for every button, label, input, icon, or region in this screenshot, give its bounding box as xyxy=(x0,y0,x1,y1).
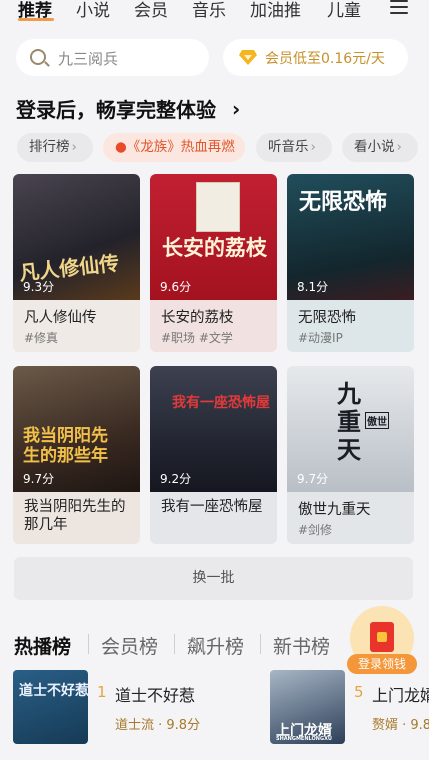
tab-new-rank[interactable]: 新书榜 xyxy=(273,632,330,659)
book-score: 9.7分 xyxy=(297,472,329,486)
chip-dragon-raja[interactable]: ●《龙族》热血再燃 xyxy=(103,133,245,162)
chip-label: 听音乐 xyxy=(268,139,309,155)
book-info: 我当阴阳先生的那几年 xyxy=(13,492,140,544)
cover-title: 我当阴阳先生的那些年 xyxy=(23,426,108,466)
cover-title: 无限恐怖 xyxy=(299,190,388,215)
cover-subtitle: 傲世 xyxy=(365,412,389,429)
book-cover: 凡人修仙传 9.3分 xyxy=(13,174,140,300)
book-info: 无限恐怖 #动漫IP xyxy=(287,300,414,352)
tab-hot-rank[interactable]: 热播榜 xyxy=(14,632,71,659)
book-title: 我有一座恐怖屋 xyxy=(161,499,263,515)
book-info: 我有一座恐怖屋 xyxy=(150,492,277,544)
book-info: 长安的荔枝 #职场 #文学 xyxy=(150,300,277,352)
search-placeholder: 九三阅兵 xyxy=(58,50,119,68)
book-info: 凡人修仙传 #修真 xyxy=(13,300,140,352)
envelope-label[interactable]: 登录领钱 xyxy=(347,654,417,674)
book-title: 无限恐怖 xyxy=(298,310,356,326)
menu-icon[interactable] xyxy=(390,0,408,14)
cover-title: 我有一座恐怖屋 xyxy=(172,395,270,411)
rank-number: 1 xyxy=(97,683,107,701)
book-title: 凡人修仙传 xyxy=(24,310,97,326)
book-title: 傲世九重天 xyxy=(298,502,371,518)
rank-book-cover[interactable]: 上门龙婿 SHANGMENLONGXU xyxy=(270,670,345,744)
book-score: 9.7分 xyxy=(23,472,55,486)
chevron-right-icon: › xyxy=(71,139,77,155)
tab-kids[interactable]: 儿童 xyxy=(327,0,361,21)
book-score: 9.3分 xyxy=(23,280,55,294)
divider xyxy=(260,634,261,654)
tab-music[interactable]: 音乐 xyxy=(192,0,226,21)
rank-book-meta: 赘婿 · 9.8分 xyxy=(372,718,429,733)
rank-number: 5 xyxy=(354,683,364,701)
divider xyxy=(174,634,175,654)
chip-label: 看小说 xyxy=(354,139,395,155)
book-tags: #动漫IP xyxy=(298,331,343,345)
flame-icon: ● xyxy=(115,139,127,155)
book-tags: #修真 xyxy=(24,331,59,345)
tab-vip-rank[interactable]: 会员榜 xyxy=(101,632,158,659)
diamond-icon xyxy=(239,50,257,65)
chip-ranking[interactable]: 排行榜 › xyxy=(17,133,93,162)
book-score: 9.6分 xyxy=(160,280,192,294)
chevron-right-icon[interactable]: › xyxy=(232,97,240,121)
book-tags: #职场 #文学 xyxy=(161,331,233,345)
book-title: 我当阴阳先生的那几年 xyxy=(24,499,126,533)
cover-title: 道士不好惹 xyxy=(19,683,88,699)
book-cover: 我当阴阳先生的那些年 9.7分 xyxy=(13,366,140,492)
book-info: 傲世九重天 #剑修 xyxy=(287,492,414,544)
cover-title: 九重天 xyxy=(337,380,361,464)
book-illustration xyxy=(196,182,240,232)
active-tab-indicator xyxy=(18,18,54,21)
chip-novel[interactable]: 看小说 › xyxy=(342,133,418,162)
divider xyxy=(88,634,89,654)
rank-book-cover[interactable]: 道士不好惹 xyxy=(13,670,88,744)
book-card[interactable]: 无限恐怖 8.1分 无限恐怖 #动漫IP xyxy=(287,174,414,352)
tab-vip[interactable]: 会员 xyxy=(134,0,168,21)
book-title: 长安的荔枝 xyxy=(161,310,234,326)
chip-label: 排行榜 xyxy=(29,139,70,155)
book-card[interactable]: 我有一座恐怖屋 9.2分 我有一座恐怖屋 xyxy=(150,366,277,544)
book-card[interactable]: 我当阴阳先生的那些年 9.7分 我当阴阳先生的那几年 xyxy=(13,366,140,544)
search-icon xyxy=(30,49,46,65)
top-nav: 推荐 小说 会员 音乐 加油推 儿童 xyxy=(0,0,429,22)
vip-banner-text: 会员低至0.16元/天 xyxy=(265,51,385,67)
cover-subtitle: SHANGMENLONGXU xyxy=(276,736,332,742)
book-cover: 九重天 傲世 9.7分 xyxy=(287,366,414,492)
chip-label: 《龙族》热血再燃 xyxy=(126,139,235,155)
tab-rising-rank[interactable]: 飙升榜 xyxy=(187,632,244,659)
chevron-right-icon: › xyxy=(396,139,402,155)
book-score: 9.2分 xyxy=(160,472,192,486)
red-envelope-icon xyxy=(370,622,394,652)
search-input[interactable]: 九三阅兵 xyxy=(16,39,209,76)
rank-book-title[interactable]: 道士不好惹 xyxy=(115,682,195,706)
chip-music[interactable]: 听音乐 › xyxy=(256,133,332,162)
tab-novel[interactable]: 小说 xyxy=(76,0,110,21)
vip-banner[interactable]: 会员低至0.16元/天 xyxy=(223,39,408,76)
rank-book-title[interactable]: 上门龙婿 xyxy=(372,682,429,706)
book-card[interactable]: 长安的荔枝 9.6分 长安的荔枝 #职场 #文学 xyxy=(150,174,277,352)
book-card[interactable]: 凡人修仙传 9.3分 凡人修仙传 #修真 xyxy=(13,174,140,352)
book-score: 8.1分 xyxy=(297,280,329,294)
book-card[interactable]: 九重天 傲世 9.7分 傲世九重天 #剑修 xyxy=(287,366,414,544)
book-tags: #剑修 xyxy=(298,523,333,537)
tab-cheer[interactable]: 加油推 xyxy=(250,0,301,21)
login-prompt[interactable]: 登录后，畅享完整体验 xyxy=(16,94,216,123)
refresh-button[interactable]: 换一批 xyxy=(14,557,413,600)
book-cover: 我有一座恐怖屋 9.2分 xyxy=(150,366,277,492)
cover-title: 长安的荔枝 xyxy=(162,236,267,260)
book-cover: 长安的荔枝 9.6分 xyxy=(150,174,277,300)
chevron-right-icon: › xyxy=(310,139,316,155)
book-cover: 无限恐怖 8.1分 xyxy=(287,174,414,300)
rank-book-meta: 道士流 · 9.8分 xyxy=(115,718,201,733)
